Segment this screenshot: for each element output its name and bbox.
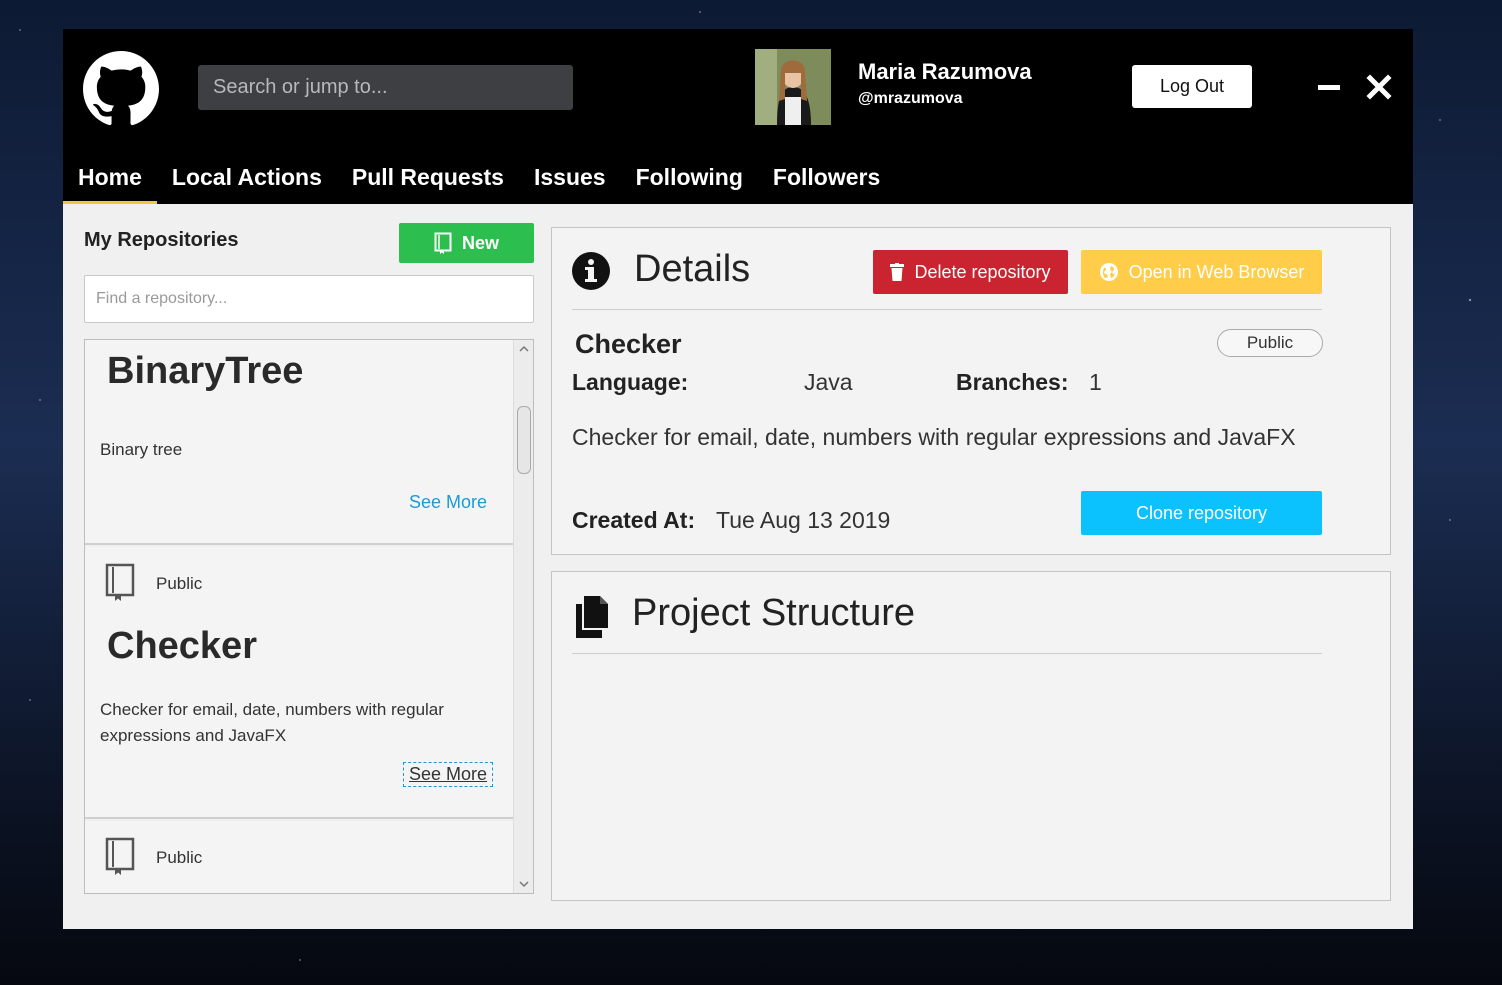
browser-button-label: Open in Web Browser xyxy=(1128,261,1305,282)
avatar-image xyxy=(755,49,831,125)
created-value: Tue Aug 13 2019 xyxy=(716,507,891,533)
repo-name: Checker xyxy=(575,329,682,359)
repositories-title: My Repositories xyxy=(84,229,239,251)
find-repository-input[interactable] xyxy=(84,275,534,323)
structure-divider xyxy=(572,653,1322,654)
repo-book-icon xyxy=(105,837,135,875)
see-more-link[interactable]: See More xyxy=(409,492,487,513)
app-window: Maria Razumova @mrazumova Log Out Home L… xyxy=(63,29,1413,929)
branches-label: Branches: xyxy=(956,369,1069,395)
new-button-label: New xyxy=(461,232,499,253)
repo-card-description: Binary tree xyxy=(100,440,183,459)
repo-book-icon xyxy=(105,563,135,601)
search-input[interactable] xyxy=(198,65,573,110)
tab-following[interactable]: Following xyxy=(621,159,758,204)
github-logo-icon[interactable] xyxy=(83,51,159,127)
top-bar: Maria Razumova @mrazumova Log Out Home L… xyxy=(63,29,1413,204)
repo-card[interactable]: Public Checker Checker for email, date, … xyxy=(85,547,513,819)
language-label: Language: xyxy=(572,369,689,395)
globe-icon xyxy=(1099,263,1118,281)
details-panel: Details Delete repository Open in Web Br… xyxy=(551,227,1391,555)
clone-repository-button[interactable]: Clone repository xyxy=(1081,491,1322,535)
tab-home[interactable]: Home xyxy=(63,159,157,204)
open-in-browser-button[interactable]: Open in Web Browser xyxy=(1081,250,1322,294)
tab-local-actions[interactable]: Local Actions xyxy=(157,159,337,204)
scroll-up-icon[interactable] xyxy=(518,343,530,355)
created-label: Created At: xyxy=(572,507,696,533)
repo-card-visibility: Public xyxy=(156,848,203,867)
close-icon[interactable] xyxy=(1365,73,1393,101)
minimize-icon[interactable] xyxy=(1315,73,1343,101)
user-name: Maria Razumova xyxy=(858,59,1032,84)
details-divider xyxy=(572,309,1322,310)
info-icon xyxy=(572,252,610,290)
scroll-down-icon[interactable] xyxy=(518,878,530,890)
logout-button[interactable]: Log Out xyxy=(1132,65,1252,108)
see-more-link[interactable]: See More xyxy=(403,762,494,787)
language-value: Java xyxy=(804,369,853,395)
repository-list-scrollbar[interactable] xyxy=(513,340,533,893)
main-nav: Home Local Actions Pull Requests Issues … xyxy=(63,159,895,204)
repo-description: Checker for email, date, numbers with re… xyxy=(572,424,1296,450)
project-structure-panel: Project Structure xyxy=(551,571,1391,901)
repo-icon xyxy=(434,232,452,254)
repo-card-description: Checker for email, date, numbers with re… xyxy=(100,700,444,745)
avatar xyxy=(755,49,831,125)
project-structure-title: Project Structure xyxy=(632,592,915,634)
delete-button-label: Delete repository xyxy=(914,261,1051,282)
visibility-badge: Public xyxy=(1217,329,1323,357)
branches-value: 1 xyxy=(1089,369,1102,395)
trash-icon xyxy=(890,263,905,281)
repo-card-name: Checker xyxy=(107,625,257,667)
repo-card[interactable]: Public xyxy=(85,821,513,893)
new-repository-button[interactable]: New xyxy=(399,223,534,263)
details-title: Details xyxy=(634,248,751,290)
tab-issues[interactable]: Issues xyxy=(519,159,621,204)
repo-card[interactable]: BinaryTree Binary tree See More xyxy=(85,340,513,545)
repo-card-name: BinaryTree xyxy=(107,350,304,392)
user-handle: @mrazumova xyxy=(858,90,963,107)
tab-followers[interactable]: Followers xyxy=(758,159,895,204)
tab-pull-requests[interactable]: Pull Requests xyxy=(337,159,519,204)
delete-repository-button[interactable]: Delete repository xyxy=(873,250,1068,294)
scroll-thumb[interactable] xyxy=(517,406,531,474)
repo-card-visibility: Public xyxy=(156,574,203,593)
repository-list[interactable]: BinaryTree Binary tree See More Public C… xyxy=(84,339,534,894)
copy-files-icon xyxy=(576,596,608,638)
